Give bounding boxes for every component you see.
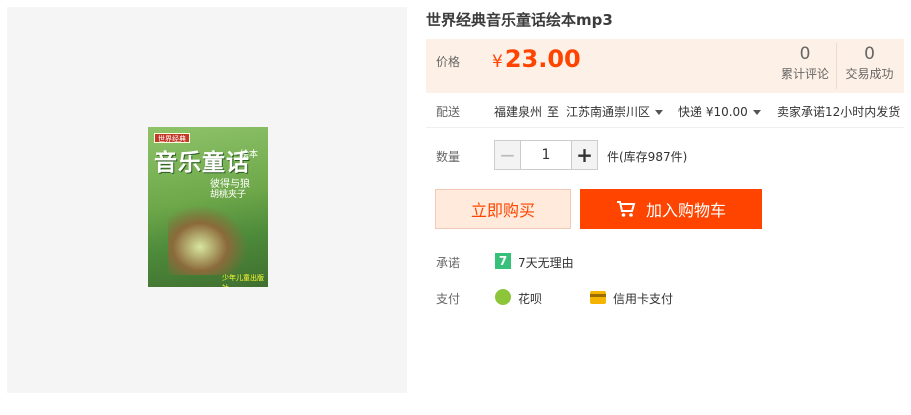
- huabei-icon: [495, 289, 511, 305]
- shipping-label: 配送: [436, 105, 461, 119]
- cover-publisher: 少年儿童出版社: [222, 274, 264, 287]
- quantity-stepper: − +: [494, 140, 598, 170]
- ship-from: 福建泉州: [494, 105, 543, 119]
- stock-info: 件(库存987件): [607, 150, 688, 164]
- add-to-cart-button[interactable]: 加入购物车: [580, 189, 762, 229]
- shipping-method-select[interactable]: 快递 ¥10.00: [678, 103, 761, 120]
- seven-day-return-icon: 7: [495, 253, 511, 269]
- review-count: 0: [799, 44, 811, 64]
- sales-count-label: 交易成功: [845, 67, 894, 81]
- buy-now-button[interactable]: 立即购买: [435, 189, 571, 229]
- sales-count-stat[interactable]: 0 交易成功: [836, 43, 902, 89]
- product-cover-image[interactable]: 世界经典 音乐童话 绘本 彼得与狼 胡桃夹子 少年儿童出版社: [148, 127, 268, 287]
- decrease-button[interactable]: −: [495, 141, 521, 169]
- review-count-label: 累计评论: [780, 67, 829, 81]
- price-label: 价格: [436, 55, 461, 69]
- price-value: ¥23.00: [492, 45, 581, 73]
- chevron-down-icon: [655, 110, 664, 115]
- divider: [426, 127, 904, 128]
- destination-select[interactable]: 江苏南通崇川区: [566, 103, 664, 120]
- payment-credit-card[interactable]: 信用卡支付: [613, 290, 673, 307]
- sales-count: 0: [864, 44, 875, 64]
- review-count-stat[interactable]: 0 累计评论: [772, 43, 838, 82]
- promise-label: 承诺: [436, 256, 461, 270]
- credit-card-icon: [590, 291, 606, 304]
- currency-symbol: ¥: [492, 52, 503, 72]
- shipping-method-value: 快递 ¥10.00: [678, 105, 748, 119]
- product-title: 世界经典音乐童话绘本mp3: [426, 11, 613, 29]
- quantity-input[interactable]: [521, 141, 571, 169]
- increase-button[interactable]: +: [571, 141, 597, 169]
- quantity-label: 数量: [436, 150, 461, 164]
- ship-to-word: 至: [547, 105, 560, 119]
- delivery-promise: 卖家承诺12小时内发货: [777, 105, 901, 119]
- payment-label: 支付: [436, 292, 461, 306]
- price-amount: 23.00: [504, 45, 581, 73]
- price-panel: 价格 ¥23.00 0 累计评论 0 交易成功: [426, 39, 904, 93]
- cover-title: 音乐童话: [154, 149, 250, 176]
- cover-suffix: 绘本: [240, 150, 259, 160]
- destination-value: 江苏南通崇川区: [566, 105, 651, 119]
- cover-illustration: [168, 205, 248, 275]
- cover-ribbon: 世界经典: [154, 133, 190, 143]
- chevron-down-icon: [752, 110, 761, 115]
- cover-subtitle-2: 胡桃夹子: [210, 190, 247, 200]
- cart-icon: [616, 201, 636, 217]
- product-image-gallery: 世界经典 音乐童话 绘本 彼得与狼 胡桃夹子 少年儿童出版社: [7, 7, 407, 393]
- payment-huabei[interactable]: 花呗: [518, 290, 542, 307]
- add-to-cart-label: 加入购物车: [645, 201, 726, 220]
- return-policy-link[interactable]: 7天无理由: [518, 254, 574, 271]
